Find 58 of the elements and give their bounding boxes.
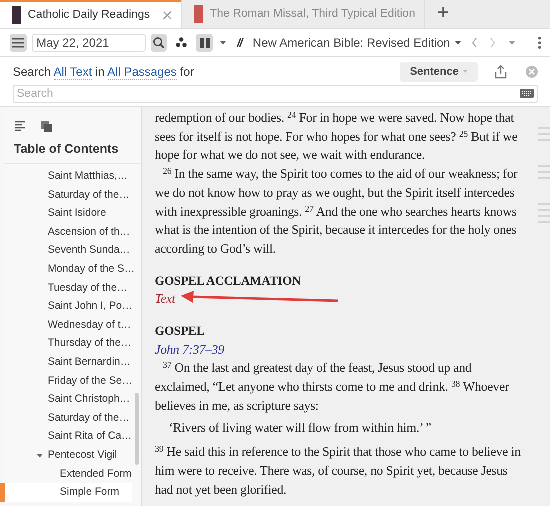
caret-icon[interactable] (220, 40, 226, 44)
keyboard-icon[interactable] (520, 89, 534, 98)
toc-item[interactable]: Saint Matthias,… (5, 167, 130, 186)
toc-item[interactable]: Tuesday of the… (5, 278, 130, 298)
parallel-button[interactable]: // (237, 36, 242, 50)
sidebar-title: Table of Contents (5, 134, 141, 164)
search-scope-sentence: Search All Text in All Passages for (13, 64, 194, 78)
sentence-dropdown[interactable]: Sentence (400, 62, 478, 82)
text-link[interactable]: Text (155, 292, 176, 306)
caret-icon[interactable] (455, 40, 462, 44)
book-cover-icon (12, 6, 21, 24)
search-field[interactable]: Search (13, 85, 538, 103)
toc-item[interactable]: Extended Form (5, 464, 134, 484)
list-icon[interactable] (15, 121, 25, 131)
caret-icon[interactable] (37, 454, 43, 458)
scripture-paragraph: $^{37}$ On the last and greatest day of the feast, Jesus stood up and exclaimed, “Let anyone who thirsts come to me and drink. $^{38}$ Whoever believes in me, as scripture says: (155, 359, 510, 415)
dots-icon[interactable] (176, 37, 188, 48)
toc-item[interactable]: Friday of the Se… (5, 372, 135, 390)
menu-button[interactable] (10, 34, 27, 52)
toc-item[interactable]: Ascension of th… (5, 222, 132, 242)
toc-item[interactable]: Saturday of the… (5, 186, 132, 204)
toc-item[interactable]: Simple Form (5, 483, 132, 502)
toc-item[interactable]: Pentecost Vigil (5, 446, 120, 464)
document-tab[interactable]: Catholic Daily Readings (0, 0, 182, 28)
search-button[interactable] (150, 34, 168, 52)
toc-item[interactable]: Thursday of the… (5, 334, 134, 353)
scope-link[interactable]: All Passages (108, 64, 177, 80)
new-tab-button[interactable]: + (425, 0, 462, 28)
caret-icon (463, 70, 468, 73)
stacked-pages-icon[interactable] (41, 120, 52, 132)
toc-item[interactable]: Seventh Sunda… (5, 241, 132, 260)
more-icon[interactable] (538, 36, 542, 50)
toc-item[interactable]: Saint Rita of Ca… (5, 427, 134, 446)
split-view-button[interactable] (196, 34, 213, 52)
date-field[interactable]: May 22, 2021 (32, 34, 146, 52)
columns-icon (200, 38, 210, 48)
close-icon[interactable] (163, 10, 172, 20)
toc-item[interactable]: Saturday of the… (5, 408, 132, 428)
section-heading: GOSPEL (155, 324, 205, 338)
toc-item[interactable]: Wednesday of t… (5, 316, 134, 334)
scope-link[interactable]: All Text (54, 64, 92, 80)
scrollbar-thumb[interactable] (135, 393, 139, 465)
toc-item[interactable]: Saint John I, Po… (5, 297, 135, 316)
version-selector[interactable]: New American Bible: Revised Edition (252, 36, 450, 50)
search-icon (152, 36, 165, 48)
toc-item[interactable]: Saint Isidore (5, 204, 108, 223)
book-cover-icon (194, 5, 204, 23)
menu-icon (12, 38, 24, 48)
scripture-paragraph: $^{26}$ In the same way, the Spirit too comes to the aid of our weakness; for we do not know how to pray as we ought, but the Spirit itself intercedes with inexpressible groanings. $^{27}$ And the one who searches hearts knows what is the intention of the Spirit, because it intercedes for the holy ones according to God’s will. (155, 165, 519, 258)
reference-link[interactable]: John 7:37–39 (155, 342, 224, 357)
scripture-paragraph: $^{39}$ He said this in reference to the Spirit that those who came to believe in him were to receive. There was, of course, no Spirit yet, because Jesus had not yet been glorified. (155, 443, 522, 499)
scripture-paragraph: redemption of our bodies. $^{24}$ For in hope we were saved. Now hope that sees for itself is not hope. For who hopes for what one sees? $^{25}$ But if we hope for what we do not see, we wait with endurance. (155, 109, 519, 164)
section-heading: GOSPEL ACCLAMATION (155, 274, 302, 288)
scripture-quote: ‘Rivers of living water will flow from within him.’ ” (168, 420, 432, 437)
toc-item[interactable]: Saint Bernardin… (5, 352, 133, 372)
toc-item[interactable]: Monday of the S… (5, 260, 137, 279)
share-icon[interactable] (494, 64, 508, 78)
toc-item[interactable]: Saint Christoph… (5, 390, 132, 409)
